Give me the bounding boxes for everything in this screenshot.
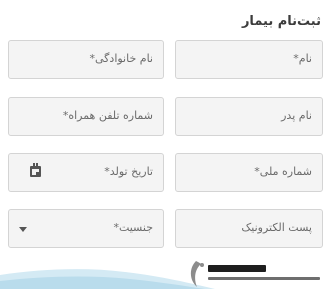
watermark-logo-dot bbox=[200, 263, 204, 267]
gender-label: جنسیت* bbox=[113, 221, 153, 234]
phone-label: شماره تلفن همراه* bbox=[62, 109, 153, 122]
brand-watermark bbox=[190, 261, 320, 287]
national-id-label: شماره ملی* bbox=[254, 165, 312, 178]
caret-down-icon[interactable] bbox=[19, 227, 27, 232]
first-name-field[interactable]: نام* bbox=[175, 40, 323, 79]
email-field[interactable]: پست الکترونیک bbox=[175, 209, 323, 248]
watermark-wordmark bbox=[208, 265, 266, 272]
national-id-field[interactable]: شماره ملی* bbox=[175, 153, 323, 192]
father-name-field[interactable]: نام پدر bbox=[175, 97, 323, 136]
last-name-field[interactable]: نام خانوادگی* bbox=[8, 40, 164, 79]
calendar-icon-day-mark bbox=[36, 172, 39, 175]
first-name-label: نام* bbox=[293, 52, 312, 65]
patient-registration-page: ثبت‌نام بیمار نام* نام خانوادگی* نام پدر… bbox=[0, 0, 331, 289]
father-name-label: نام پدر bbox=[281, 109, 312, 122]
form-title: ثبت‌نام بیمار bbox=[241, 14, 321, 29]
watermark-tagline bbox=[208, 277, 320, 280]
phone-field[interactable]: شماره تلفن همراه* bbox=[8, 97, 164, 136]
email-label: پست الکترونیک bbox=[241, 221, 312, 234]
gender-select[interactable]: جنسیت* bbox=[8, 209, 164, 248]
last-name-label: نام خانوادگی* bbox=[89, 52, 153, 65]
birth-date-label: تاریخ تولد* bbox=[104, 165, 153, 178]
calendar-icon[interactable] bbox=[30, 163, 41, 177]
watermark-logo-mark bbox=[190, 261, 201, 287]
birth-date-field[interactable]: تاریخ تولد* bbox=[8, 153, 164, 192]
